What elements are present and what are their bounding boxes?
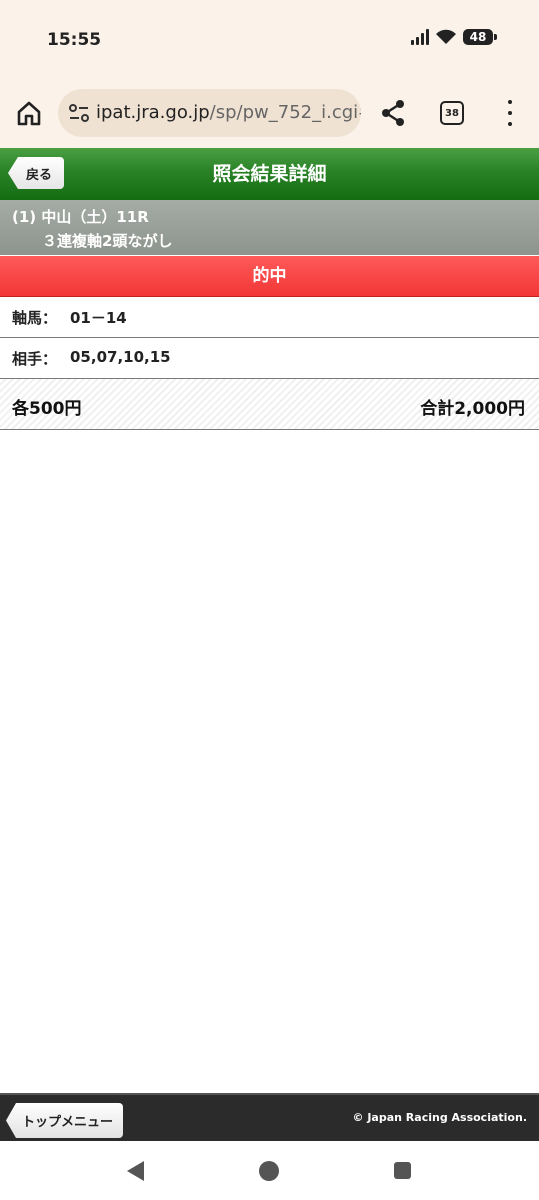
- nav-back-icon[interactable]: [127, 1161, 144, 1181]
- tab-switcher-button[interactable]: 38: [440, 101, 464, 125]
- more-menu-icon[interactable]: [500, 100, 520, 126]
- axis-horse-value: 01－14: [70, 309, 127, 327]
- page-title: 照会結果詳細: [212, 163, 327, 185]
- race-info: (1) 中山（土）11R ３連複軸2頭ながし: [0, 200, 539, 255]
- race-name: (1) 中山（土）11R: [12, 208, 149, 226]
- total-amount: 合計2,000円: [420, 399, 525, 419]
- hit-banner: 的中: [0, 256, 539, 297]
- copyright: © Japan Racing Association.: [352, 1111, 528, 1124]
- axis-horse-label: 軸馬：: [12, 309, 58, 327]
- url-host: ipat.jra.go.jp: [96, 102, 210, 123]
- axis-horse-row: 軸馬： 01－14: [0, 297, 539, 338]
- tab-count: 38: [445, 107, 459, 119]
- wifi-icon: [436, 29, 456, 44]
- signal-icon: [411, 29, 429, 45]
- partner-value: 05,07,10,15: [70, 348, 171, 366]
- nav-home-icon[interactable]: [259, 1161, 279, 1181]
- status-time: 15:55: [47, 30, 102, 50]
- address-bar[interactable]: ipat.jra.go.jp/sp/pw_752_i.cgi#: [58, 89, 361, 137]
- battery-level: 48: [469, 30, 487, 44]
- battery-icon: 48: [463, 29, 497, 45]
- system-nav-bar: [0, 1141, 539, 1200]
- amount-row: 各500円 合計2,000円: [0, 379, 539, 430]
- status-icons: 48: [411, 29, 497, 45]
- nav-recents-icon[interactable]: [394, 1162, 411, 1179]
- page-header: 照会結果詳細 戻る: [0, 148, 539, 200]
- footer: トップメニュー © Japan Racing Association.: [0, 1093, 539, 1143]
- status-bar: 15:55 48: [0, 0, 539, 78]
- browser-toolbar: ipat.jra.go.jp/sp/pw_752_i.cgi# 38: [0, 78, 539, 148]
- url-path: /sp/pw_752_i.cgi#: [209, 102, 361, 123]
- top-menu-button[interactable]: トップメニュー: [6, 1103, 123, 1138]
- each-amount: 各500円: [12, 399, 82, 419]
- home-icon[interactable]: [14, 98, 44, 128]
- partner-label: 相手：: [12, 350, 58, 368]
- back-button[interactable]: 戻る: [8, 157, 64, 189]
- site-settings-icon[interactable]: [68, 103, 90, 123]
- bet-type: ３連複軸2頭ながし: [42, 232, 173, 250]
- partner-row: 相手： 05,07,10,15: [0, 338, 539, 379]
- share-icon[interactable]: [378, 98, 408, 128]
- url-text: ipat.jra.go.jp/sp/pw_752_i.cgi#: [96, 102, 361, 123]
